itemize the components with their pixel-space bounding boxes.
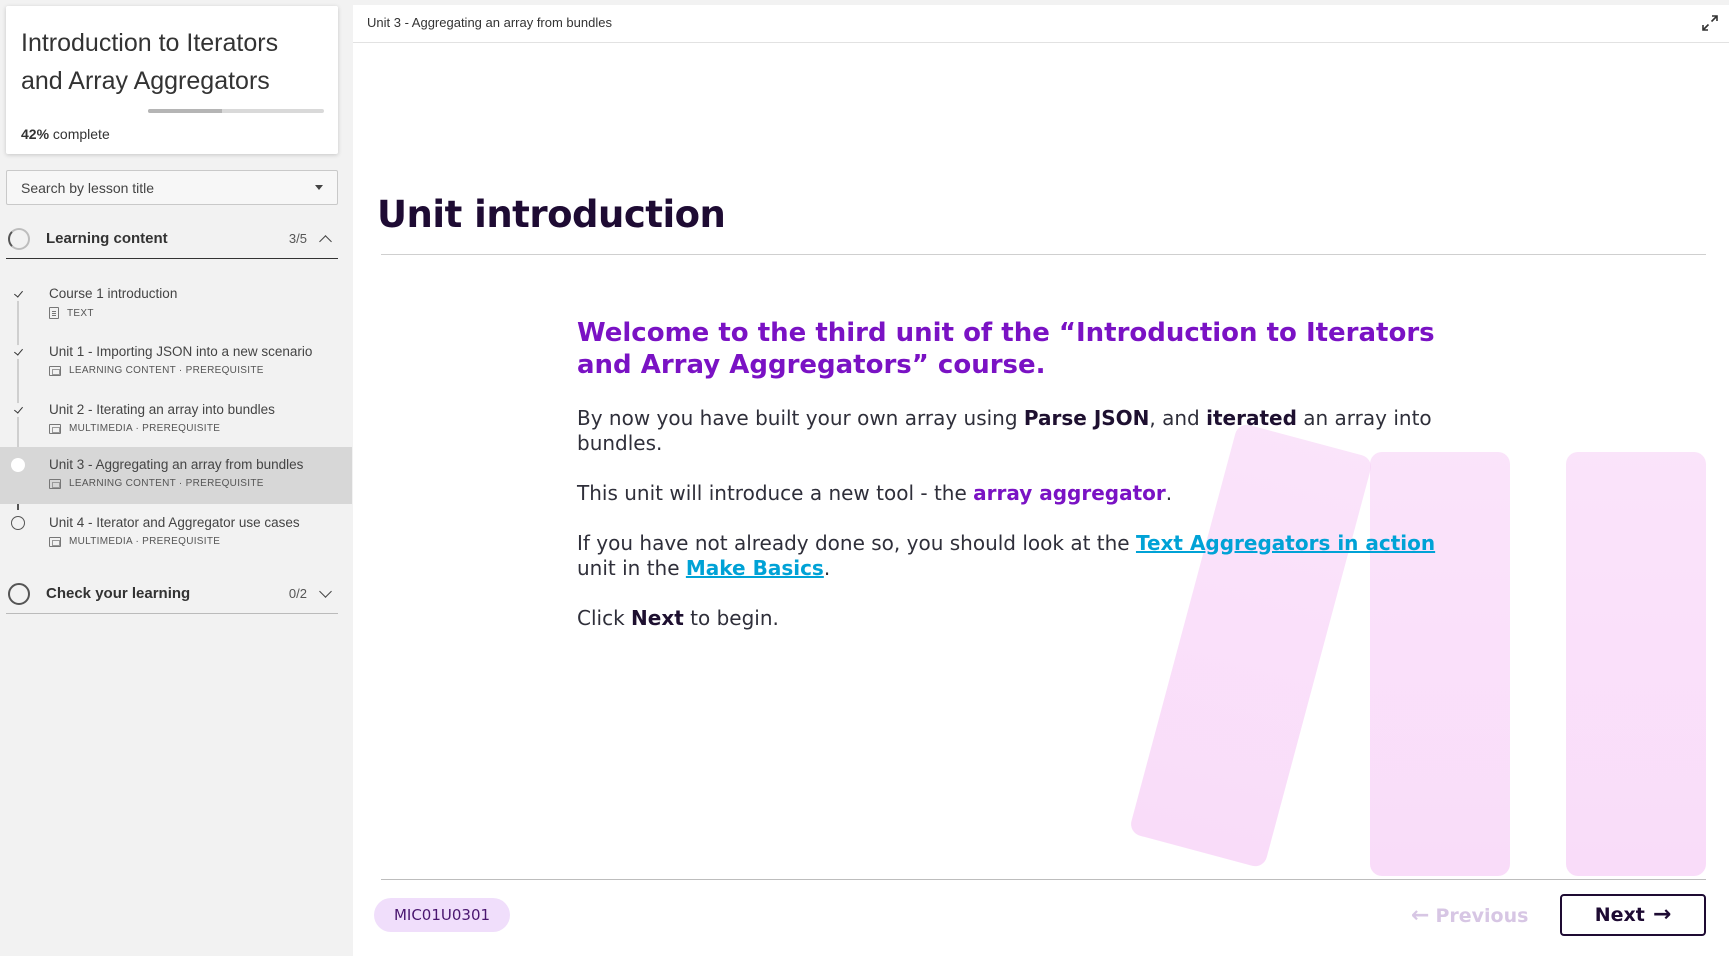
check-icon	[11, 345, 25, 359]
course-progress-text: 42% complete	[21, 126, 110, 142]
text: Click	[577, 606, 632, 630]
arrow-right-icon: →	[1652, 902, 1672, 927]
lesson-item-unit-3[interactable]: Unit 3 - Aggregating an array from bundl…	[0, 447, 352, 504]
media-icon	[49, 365, 61, 376]
paragraph-2: This unit will introduce a new tool - th…	[577, 481, 1477, 506]
media-icon	[49, 478, 61, 489]
breadcrumb: Unit 3 - Aggregating an array from bundl…	[367, 15, 612, 30]
bold-text: iterated	[1206, 406, 1297, 430]
course-sidebar: Introduction to Iterators and Array Aggr…	[0, 0, 352, 956]
text: This unit will introduce a new tool - th…	[577, 481, 974, 505]
accent-text: array aggregator	[973, 481, 1166, 505]
decorative-shape	[1566, 452, 1706, 876]
lesson-meta: TEXT	[49, 307, 94, 319]
lesson-item-unit-1[interactable]: Unit 1 - Importing JSON into a new scena…	[0, 334, 352, 391]
section-count: 3/5	[288, 231, 307, 246]
lesson-item-course-1-introduction[interactable]: Course 1 introduction TEXT	[0, 276, 352, 333]
next-button[interactable]: Next →	[1560, 894, 1706, 936]
lesson-search-placeholder: Search by lesson title	[21, 179, 155, 196]
lesson-meta-text: TEXT	[67, 307, 94, 319]
lesson-meta-text: MULTIMEDIA · PREREQUISITE	[69, 423, 221, 434]
lesson-body: Welcome to the third unit of the “Introd…	[577, 317, 1477, 656]
lesson-meta-text: MULTIMEDIA · PREREQUISITE	[69, 536, 221, 547]
text: .	[1165, 481, 1173, 505]
bold-text: Next	[631, 606, 684, 630]
section-check-your-learning[interactable]: Check your learning 0/2	[6, 574, 338, 614]
progress-percent: 42%	[21, 126, 50, 142]
make-basics-link[interactable]: Make Basics	[686, 556, 824, 580]
text: By now you have built your own array usi…	[577, 406, 1024, 430]
lesson-item-unit-2[interactable]: Unit 2 - Iterating an array into bundles…	[0, 392, 352, 449]
lesson-meta: MULTIMEDIA · PREREQUISITE	[49, 536, 220, 547]
progress-suffix: complete	[52, 126, 110, 142]
previous-label: Previous	[1435, 904, 1529, 927]
paragraph-1: By now you have built your own array usi…	[577, 406, 1477, 456]
section-title: Learning content	[46, 230, 168, 247]
section-progress-ring-icon	[8, 227, 30, 250]
lesson-meta: LEARNING CONTENT · PREREQUISITE	[49, 365, 264, 376]
lesson-item-unit-4[interactable]: Unit 4 - Iterator and Aggregator use cas…	[0, 505, 352, 562]
page-title: Unit introduction	[377, 193, 726, 236]
heading-divider	[381, 254, 1706, 255]
previous-button[interactable]: ← Previous	[1411, 898, 1528, 933]
next-label: Next	[1594, 904, 1645, 926]
lesson-meta-text: LEARNING CONTENT · PREREQUISITE	[69, 478, 264, 489]
text: If you have not already done so, you sho…	[577, 531, 1136, 555]
text-aggregators-link[interactable]: Text Aggregators in action	[1136, 531, 1435, 555]
lesson-content-panel: Unit 3 - Aggregating an array from bundl…	[353, 5, 1729, 956]
lesson-title: Unit 2 - Iterating an array into bundles	[49, 402, 275, 417]
section-learning-content[interactable]: Learning content 3/5	[6, 219, 338, 259]
lesson-title: Course 1 introduction	[49, 286, 178, 301]
current-lesson-dot-icon	[11, 458, 25, 472]
lesson-code-badge: MIC01U0301	[374, 898, 510, 932]
lesson-meta-text: LEARNING CONTENT · PREREQUISITE	[69, 365, 264, 376]
paragraph-4: Click Next to begin.	[577, 606, 1477, 631]
section-count: 0/2	[288, 586, 307, 601]
course-title: Introduction to Iterators and Array Aggr…	[21, 29, 279, 95]
text: unit in the	[577, 556, 686, 580]
empty-circle-icon	[11, 516, 25, 530]
document-icon	[49, 307, 59, 319]
lesson-title: Unit 4 - Iterator and Aggregator use cas…	[49, 515, 300, 530]
check-icon	[11, 287, 25, 301]
check-icon	[11, 403, 25, 417]
text: to begin.	[683, 606, 779, 630]
expand-icon[interactable]	[1701, 14, 1719, 32]
bold-text: Parse JSON	[1023, 406, 1150, 430]
footer-divider	[381, 879, 1706, 880]
section-title: Check your learning	[46, 585, 191, 602]
section-progress-ring-icon	[8, 582, 30, 605]
dropdown-caret-icon	[315, 185, 323, 190]
lesson-title: Unit 3 - Aggregating an array from bundl…	[49, 457, 304, 472]
lesson-search-select[interactable]: Search by lesson title	[6, 170, 338, 205]
chevron-up-icon[interactable]	[319, 235, 332, 248]
text: .	[823, 556, 831, 580]
lesson-topbar: Unit 3 - Aggregating an array from bundl…	[353, 5, 1729, 43]
arrow-left-icon: ←	[1411, 902, 1430, 928]
chevron-down-icon[interactable]	[319, 585, 332, 598]
paragraph-3: If you have not already done so, you sho…	[577, 531, 1477, 581]
lesson-meta: MULTIMEDIA · PREREQUISITE	[49, 423, 220, 434]
media-icon	[49, 536, 61, 547]
welcome-heading: Welcome to the third unit of the “Introd…	[577, 318, 1435, 380]
course-summary-card: Introduction to Iterators and Array Aggr…	[6, 6, 338, 154]
media-icon	[49, 423, 61, 434]
course-progress-fill	[148, 109, 222, 113]
lesson-title: Unit 1 - Importing JSON into a new scena…	[49, 344, 313, 359]
course-progress-bar	[148, 109, 324, 113]
text: , and	[1149, 406, 1207, 430]
lesson-meta: LEARNING CONTENT · PREREQUISITE	[49, 478, 264, 489]
